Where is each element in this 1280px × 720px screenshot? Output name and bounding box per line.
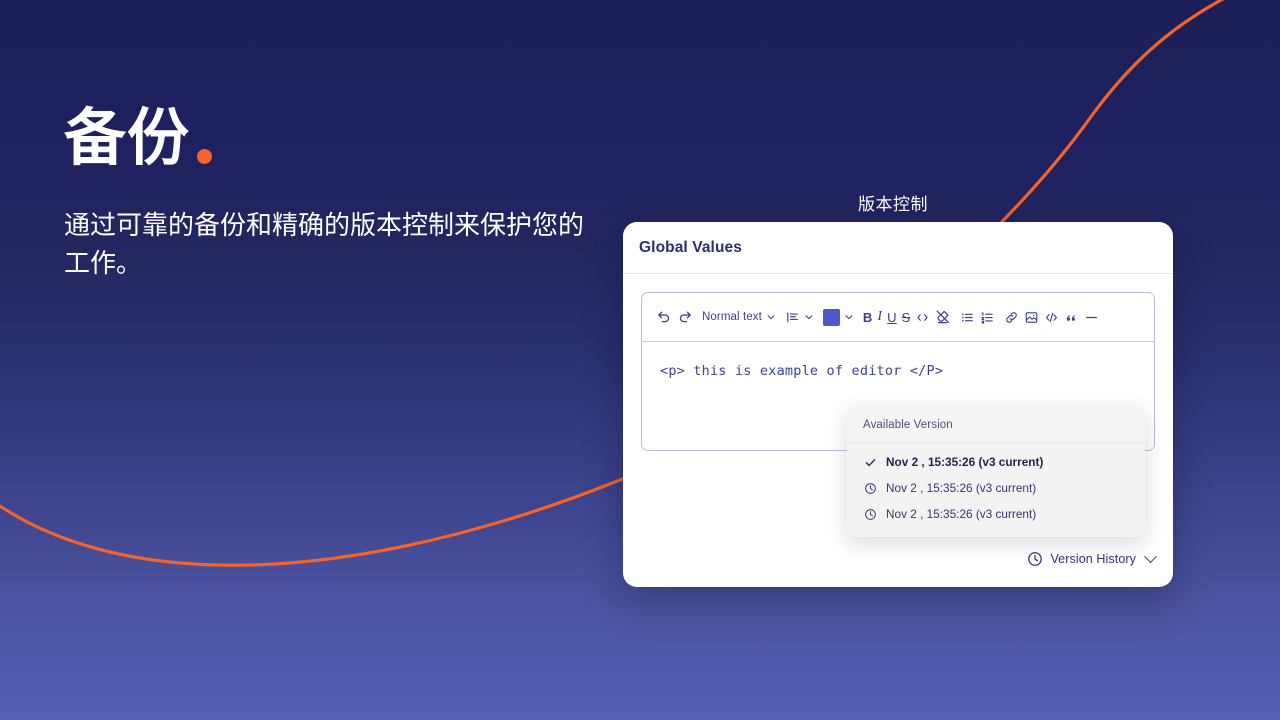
check-icon: [863, 455, 877, 469]
version-label: Nov 2 , 15:35:26 (v3 current): [886, 507, 1037, 521]
clock-icon: [863, 481, 877, 495]
editor-content-text: <p> this is example of editor </P>: [660, 363, 944, 379]
italic-button[interactable]: I: [877, 303, 882, 331]
available-version-dropdown: Available Version Nov 2 , 15:35:26 (v3 c…: [847, 407, 1145, 537]
chevron-down-icon: [845, 315, 853, 320]
available-version-header: Available Version: [847, 407, 1145, 443]
page-subtitle: 通过可靠的备份和精确的版本控制来保护您的工作。: [64, 210, 585, 279]
list-item[interactable]: Nov 2 , 15:35:26 (v3 current): [847, 475, 1145, 501]
underline-button[interactable]: U: [887, 303, 897, 331]
card-header: Global Values: [623, 222, 1173, 274]
underline-label: U: [887, 309, 897, 325]
list-item[interactable]: Nov 2 , 15:35:26 (v3 current): [847, 449, 1145, 475]
page-title-text: 备份: [64, 104, 191, 173]
inline-code-icon[interactable]: [915, 303, 930, 331]
card-caption: 版本控制: [858, 195, 928, 214]
version-list: Nov 2 , 15:35:26 (v3 current) Nov 2 , 15…: [847, 443, 1145, 537]
version-label: Nov 2 , 15:35:26 (v3 current): [886, 455, 1044, 469]
text-style-label: Normal text: [702, 311, 762, 323]
bold-label: B: [862, 309, 873, 325]
clock-icon: [863, 507, 877, 521]
slide-canvas: 备份 通过可靠的备份和精确的版本控制来保护您的工作。 版本控制 Global V…: [0, 0, 1280, 720]
numbered-list-icon[interactable]: [980, 303, 995, 331]
hero-block: 备份 通过可靠的备份和精确的版本控制来保护您的工作。: [64, 106, 624, 283]
quote-icon[interactable]: [1064, 303, 1079, 331]
bold-button[interactable]: B: [863, 303, 873, 331]
text-style-dropdown[interactable]: Normal text: [702, 303, 776, 331]
redo-icon[interactable]: [677, 303, 693, 331]
title-accent-dot: [197, 149, 213, 165]
color-swatch: [822, 308, 840, 326]
version-label: Nov 2 , 15:35:26 (v3 current): [886, 481, 1037, 495]
undo-icon[interactable]: [656, 303, 672, 331]
card-title: Global Values: [639, 238, 742, 256]
page-title: 备份: [64, 106, 624, 171]
bullet-list-icon[interactable]: [960, 303, 975, 331]
code-block-icon[interactable]: [1044, 303, 1059, 331]
strikethrough-label: S: [901, 309, 911, 325]
global-values-card: Global Values Normal text B I U S <p> th…: [623, 222, 1173, 587]
version-history-button[interactable]: Version History: [1027, 549, 1157, 567]
clear-formatting-icon[interactable]: [935, 303, 951, 331]
editor-toolbar: Normal text B I U S: [642, 293, 1154, 342]
chevron-down-icon: [1144, 549, 1157, 563]
image-icon[interactable]: [1024, 303, 1039, 331]
italic-label: I: [877, 309, 883, 324]
list-item[interactable]: Nov 2 , 15:35:26 (v3 current): [847, 501, 1145, 527]
link-icon[interactable]: [1004, 303, 1019, 331]
strikethrough-button[interactable]: S: [902, 303, 911, 331]
chevron-down-icon: [767, 315, 775, 320]
align-left-icon: [787, 312, 798, 322]
horizontal-rule-icon[interactable]: [1084, 303, 1099, 331]
text-color-dropdown[interactable]: [822, 303, 854, 331]
version-history-label: Version History: [1050, 552, 1136, 566]
chevron-down-icon: [805, 315, 813, 320]
align-dropdown[interactable]: [785, 303, 814, 331]
clock-icon: [1027, 551, 1043, 567]
